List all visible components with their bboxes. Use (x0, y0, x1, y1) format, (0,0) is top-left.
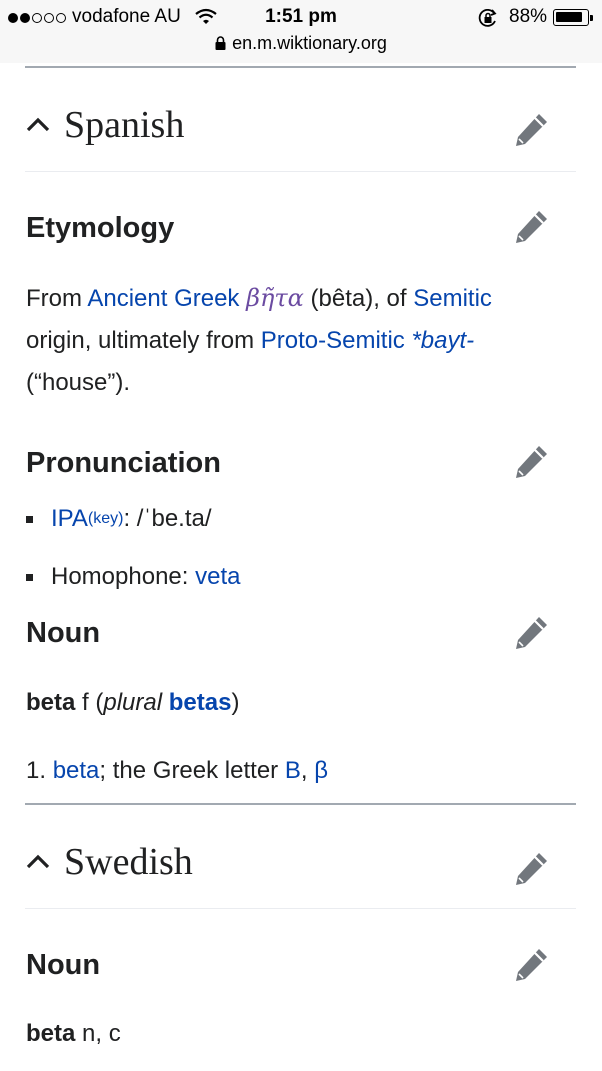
list-item-ipa: IPA (key): /ˈbe.ta/ (26, 505, 212, 533)
link-letter-b[interactable]: B (285, 757, 301, 784)
edit-pencil-icon[interactable] (512, 208, 550, 246)
battery-icon (553, 9, 589, 26)
link-proto-semitic[interactable]: Proto-Semitic (261, 327, 405, 354)
link-greek-word[interactable]: βῆτα (246, 284, 304, 312)
heading-divider (25, 908, 576, 909)
bullet-icon (26, 515, 33, 523)
section-swedish-toggle[interactable]: Swedish (26, 840, 193, 884)
heading-divider (25, 171, 576, 172)
edit-pencil-icon[interactable] (512, 946, 550, 984)
etymology-heading: Etymology (26, 212, 175, 244)
pronunciation-heading: Pronunciation (26, 447, 221, 479)
section-title: Swedish (64, 841, 193, 883)
bullet-icon (26, 573, 33, 581)
chevron-up-icon (26, 854, 50, 870)
battery-percent: 88% (509, 6, 548, 27)
etymology-text: From Ancient Greek βῆτα (bêta), of Semit… (26, 284, 492, 396)
orientation-lock-icon (478, 9, 497, 27)
link-ipa[interactable]: IPA (51, 505, 88, 533)
section-title: Spanish (64, 104, 185, 146)
link-beta[interactable]: beta (53, 757, 100, 784)
link-semitic[interactable]: Semitic (413, 285, 492, 312)
link-betas[interactable]: betas (169, 689, 232, 716)
url-text: en.m.wiktionary.org (232, 33, 387, 53)
chevron-up-icon (26, 117, 50, 133)
noun-heading: Noun (26, 617, 101, 649)
link-ancient-greek[interactable]: Ancient Greek (87, 285, 239, 312)
edit-pencil-icon[interactable] (512, 614, 550, 652)
link-letter-beta[interactable]: β (314, 757, 328, 784)
definition-1: 1. beta; the Greek letter B, β (26, 757, 328, 784)
padlock-icon (215, 36, 226, 50)
section-spanish-toggle[interactable]: Spanish (26, 103, 184, 147)
address-bar[interactable]: en.m.wiktionary.org (0, 33, 602, 54)
edit-pencil-icon[interactable] (512, 443, 550, 481)
status-bar: vodafone AU 1:51 pm 88% en.m.wiktionary.… (0, 0, 602, 63)
section-divider (25, 803, 576, 805)
list-item-homophone: Homophone: veta (26, 563, 240, 591)
section-divider (25, 66, 576, 68)
link-key[interactable]: (key) (88, 510, 124, 527)
headword-line: beta n, c (26, 1020, 121, 1047)
link-veta[interactable]: veta (195, 563, 240, 591)
edit-pencil-icon[interactable] (512, 111, 550, 149)
link-bayt[interactable]: *bayt- (411, 327, 474, 354)
headword-line: beta f (plural betas) (26, 689, 240, 716)
edit-pencil-icon[interactable] (512, 850, 550, 888)
noun-heading: Noun (26, 949, 101, 981)
